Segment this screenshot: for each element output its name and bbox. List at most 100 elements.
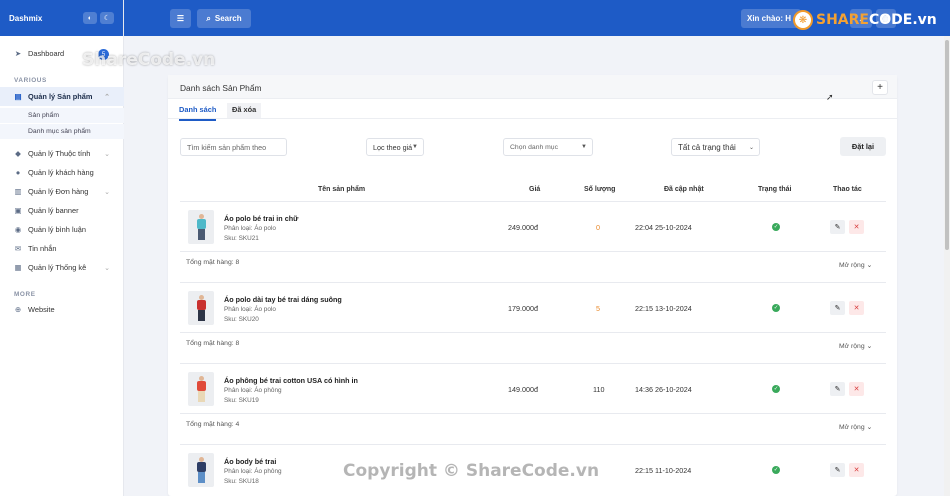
price-filter-select[interactable]: Lọc theo giá ▼ <box>366 138 424 156</box>
sidebar-item-attributes[interactable]: ◆ Quản lý Thuộc tính ⌄ <box>0 144 124 163</box>
box-icon: ▤ <box>14 92 22 101</box>
close-icon: ✕ <box>853 224 860 231</box>
sidebar-subitem-categories[interactable]: Danh mục sản phẩm <box>0 124 124 139</box>
product-updated: 22:04 25-10-2024 <box>635 223 692 232</box>
check-icon: ✓ <box>772 223 780 231</box>
delete-button[interactable]: ✕ <box>849 301 864 315</box>
row-divider <box>180 282 886 283</box>
tag-icon: ◆ <box>15 149 21 158</box>
row-divider <box>180 332 886 333</box>
pencil-icon: ✎ <box>834 467 841 474</box>
product-name[interactable]: Áo body bé trai <box>224 457 276 466</box>
product-name[interactable]: Áo phông bé trai cotton USA có hình in <box>224 376 358 385</box>
product-updated: 22:15 11-10-2024 <box>635 466 692 475</box>
product-category: Phân loại: Áo polo <box>224 306 276 313</box>
section-various: VARIOUS <box>14 77 47 84</box>
hamburger-icon: ☰ <box>176 14 185 23</box>
product-thumbnail[interactable] <box>188 372 214 406</box>
user-menu-button[interactable]: Xin chào: H <box>741 9 801 28</box>
tab-deleted[interactable]: Đã xóa <box>227 103 262 118</box>
product-thumbnail[interactable] <box>188 210 214 244</box>
expand-button[interactable]: Mở rộng ⌄ <box>839 342 872 350</box>
product-category: Phân loại: Áo phông <box>224 387 282 394</box>
edit-button[interactable]: ✎ <box>830 220 845 234</box>
comments-icon: ◉ <box>14 225 22 234</box>
add-product-button[interactable]: + <box>872 80 888 95</box>
expand-button[interactable]: Mở rộng ⌄ <box>839 261 872 269</box>
scrollbar-thumb[interactable] <box>945 40 949 250</box>
close-icon: ✕ <box>853 467 860 474</box>
pencil-icon: ✎ <box>834 224 841 231</box>
check-icon: ✓ <box>772 466 780 474</box>
logo-text-a: SHARE <box>816 12 869 28</box>
product-category: Phân loại: Áo phông <box>224 468 282 475</box>
watermark-bottom: Copyright © ShareCode.vn <box>343 461 600 481</box>
logo-icon: ❋ <box>793 10 813 30</box>
variant-total: Tổng mặt hàng: 8 <box>186 340 240 347</box>
product-thumbnail[interactable] <box>188 291 214 325</box>
sidebar-item-orders[interactable]: ▥ Quản lý Đơn hàng ⌄ <box>0 182 124 201</box>
edit-button[interactable]: ✎ <box>830 463 845 477</box>
product-image <box>196 214 206 240</box>
product-name[interactable]: Áo polo dài tay bé trai dáng suông <box>224 295 342 304</box>
sidebar-item-stats[interactable]: ▦ Quản lý Thống kê ⌄ <box>0 258 124 277</box>
pencil-icon: ✎ <box>834 386 841 393</box>
sidebar-header: Dashmix ◐ ☾ <box>0 0 123 36</box>
category-select[interactable]: Chọn danh mục ▼ <box>503 138 593 156</box>
users-icon: ● <box>15 168 21 177</box>
product-qty: 110 <box>593 385 605 394</box>
reset-button[interactable]: Đặt lại <box>840 137 886 156</box>
status-select[interactable]: Tất cả trạng thái ⌄ <box>671 138 760 156</box>
chevron-down-icon: ⌄ <box>866 343 873 350</box>
col-header-updated: Đã cập nhật <box>664 186 704 193</box>
sharecode-logo: ❋ SHARECODE.vn <box>793 10 937 30</box>
search-button[interactable]: ⌕ Search <box>197 9 251 28</box>
product-list-card: Danh sách Sản Phẩm + Danh sách Đã xóa Tì… <box>168 75 897 496</box>
edit-button[interactable]: ✎ <box>830 301 845 315</box>
variant-total: Tổng mặt hàng: 8 <box>186 259 240 266</box>
close-icon: ✕ <box>853 305 860 312</box>
edit-button[interactable]: ✎ <box>830 382 845 396</box>
page-scrollbar[interactable] <box>944 36 950 496</box>
menu-button[interactable]: ☰ <box>170 9 191 28</box>
row-divider <box>180 363 886 364</box>
globe-icon: ⊕ <box>14 305 22 314</box>
sidebar-item-customers[interactable]: ● Quản lý khách hàng <box>0 163 124 182</box>
sidebar-item-products[interactable]: ▤ Quản lý Sản phẩm ⌃ <box>0 87 124 106</box>
chevron-down-icon: ⌄ <box>748 144 754 151</box>
brand-logo[interactable]: Dashmix <box>9 14 80 23</box>
sidebar-item-messages[interactable]: ✉ Tin nhắn <box>0 239 124 258</box>
delete-button[interactable]: ✕ <box>849 463 864 477</box>
product-qty: 0 <box>596 223 600 232</box>
close-icon: ✕ <box>853 386 860 393</box>
product-updated: 22:15 13-10-2024 <box>635 304 692 313</box>
row-divider <box>180 413 886 414</box>
chevron-down-icon: ⌄ <box>104 264 110 272</box>
product-sku: Sku: SKU18 <box>224 478 259 485</box>
moon-icon[interactable]: ☾ <box>100 12 114 24</box>
sidebar-subitem-products[interactable]: Sản phẩm <box>0 108 124 123</box>
mouse-cursor-icon: ➚ <box>826 92 834 102</box>
delete-button[interactable]: ✕ <box>849 382 864 396</box>
image-icon: ▣ <box>14 206 22 215</box>
search-input[interactable]: Tìm kiếm sản phẩm theo <box>180 138 287 156</box>
card-header: Danh sách Sản Phẩm + <box>168 75 897 99</box>
col-header-qty: Số lượng <box>584 186 616 193</box>
col-header-actions: Thao tác <box>833 186 862 193</box>
product-thumbnail[interactable] <box>188 453 214 487</box>
chevron-up-icon: ⌃ <box>104 93 110 101</box>
pencil-icon: ✎ <box>834 305 841 312</box>
delete-button[interactable]: ✕ <box>849 220 864 234</box>
product-category: Phân loại: Áo polo <box>224 225 276 232</box>
section-more: MORE <box>14 291 36 298</box>
toggle-icon[interactable]: ◐ <box>83 12 97 24</box>
col-header-status: Trạng thái <box>758 186 792 193</box>
sidebar-item-website[interactable]: ⊕ Website <box>0 300 124 319</box>
product-name[interactable]: Áo polo bé trai in chữ <box>224 214 298 223</box>
sidebar-item-banner[interactable]: ▣ Quản lý banner <box>0 201 124 220</box>
caret-down-icon: ▼ <box>412 144 418 150</box>
expand-button[interactable]: Mở rộng ⌄ <box>839 423 872 431</box>
sidebar-item-comments[interactable]: ◉ Quản lý bình luận <box>0 220 124 239</box>
header-divider <box>180 201 886 202</box>
product-sku: Sku: SKU20 <box>224 316 259 323</box>
